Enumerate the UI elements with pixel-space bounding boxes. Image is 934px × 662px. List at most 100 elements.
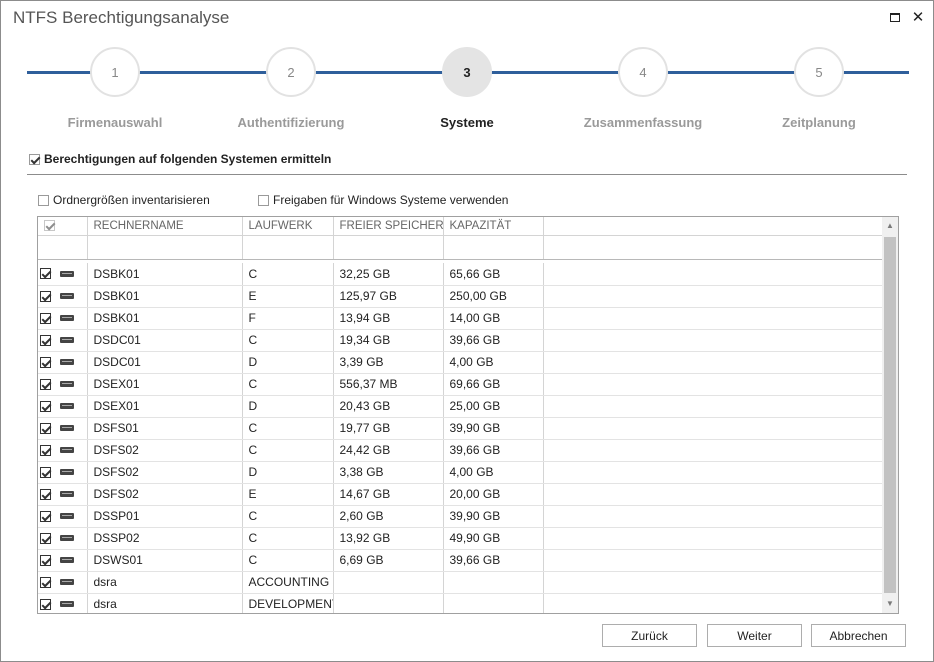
row-select-cell[interactable] xyxy=(38,549,88,572)
row-select-cell[interactable] xyxy=(38,571,88,594)
select-all-header[interactable] xyxy=(38,217,88,236)
row-checkbox[interactable] xyxy=(40,598,51,610)
server-icon xyxy=(60,557,74,563)
server-icon xyxy=(60,359,74,365)
systems-grid: RECHNERNAME LAUFWERK FREIER SPEICHER KAP… xyxy=(37,216,899,614)
row-select-cell[interactable] xyxy=(38,285,88,308)
table-row[interactable]: DSFS01 C 19,77 GB 39,90 GB xyxy=(38,417,883,440)
table-row[interactable]: DSDC01 C 19,34 GB 39,66 GB xyxy=(38,329,883,352)
row-select-cell[interactable] xyxy=(38,417,88,440)
use-windows-shares-checkbox[interactable]: Freigaben für Windows Systeme verwenden xyxy=(258,193,508,207)
row-select-cell[interactable] xyxy=(38,395,88,418)
row-checkbox[interactable] xyxy=(40,334,51,346)
table-row[interactable]: DSSP01 C 2,60 GB 39,90 GB xyxy=(38,505,883,528)
column-header-capacity[interactable]: KAPAZITÄT xyxy=(443,217,544,236)
cell-drive: C xyxy=(242,329,334,352)
row-checkbox[interactable] xyxy=(40,268,51,280)
row-checkbox[interactable] xyxy=(40,356,51,368)
cell-empty xyxy=(543,395,883,418)
table-row[interactable]: DSDC01 D 3,39 GB 4,00 GB xyxy=(38,351,883,374)
row-checkbox[interactable] xyxy=(40,576,51,588)
table-row[interactable]: DSBK01 F 13,94 GB 14,00 GB xyxy=(38,307,883,330)
cell-empty xyxy=(543,439,883,462)
cell-free-space: 24,42 GB xyxy=(333,439,444,462)
checkbox[interactable] xyxy=(38,194,49,206)
next-button[interactable]: Weiter xyxy=(707,624,802,647)
table-row[interactable]: DSSP02 C 13,92 GB 49,90 GB xyxy=(38,527,883,550)
step-3: 3 Systeme xyxy=(387,47,547,130)
row-select-cell[interactable] xyxy=(38,483,88,506)
filter-cell xyxy=(38,235,88,260)
row-checkbox[interactable] xyxy=(40,532,51,544)
filter-cell-free-space[interactable] xyxy=(333,235,444,260)
row-checkbox[interactable] xyxy=(40,312,51,324)
row-checkbox[interactable] xyxy=(40,290,51,302)
scroll-down-icon[interactable]: ▼ xyxy=(882,595,898,613)
cell-empty xyxy=(543,263,883,286)
row-checkbox[interactable] xyxy=(40,378,51,390)
filter-row[interactable] xyxy=(38,235,883,260)
row-select-cell[interactable] xyxy=(38,329,88,352)
row-checkbox[interactable] xyxy=(40,510,51,522)
table-row[interactable]: DSFS02 D 3,38 GB 4,00 GB xyxy=(38,461,883,484)
filter-cell-capacity[interactable] xyxy=(443,235,544,260)
scroll-up-icon[interactable]: ▲ xyxy=(882,217,898,235)
maximize-icon[interactable] xyxy=(887,9,903,25)
row-select-cell[interactable] xyxy=(38,593,88,613)
column-header-computer-name[interactable]: RECHNERNAME xyxy=(87,217,243,236)
inventory-folder-sizes-label: Ordnergrößen inventarisieren xyxy=(53,193,210,207)
cell-capacity: 39,90 GB xyxy=(443,505,544,528)
row-checkbox[interactable] xyxy=(40,444,51,456)
inventory-folder-sizes-checkbox[interactable]: Ordnergrößen inventarisieren xyxy=(38,193,210,207)
cell-capacity: 250,00 GB xyxy=(443,285,544,308)
scroll-thumb[interactable] xyxy=(884,237,896,593)
column-header-drive[interactable]: LAUFWERK xyxy=(242,217,334,236)
row-select-cell[interactable] xyxy=(38,439,88,462)
back-button[interactable]: Zurück xyxy=(602,624,697,647)
cell-capacity xyxy=(443,593,544,613)
cancel-button[interactable]: Abbrechen xyxy=(811,624,906,647)
table-row[interactable]: DSBK01 C 32,25 GB 65,66 GB xyxy=(38,263,883,286)
cell-computer-name: DSFS02 xyxy=(87,439,243,462)
table-row[interactable]: DSFS02 C 24,42 GB 39,66 GB xyxy=(38,439,883,462)
table-row[interactable]: DSEX01 C 556,37 MB 69,66 GB xyxy=(38,373,883,396)
cell-computer-name: DSEX01 xyxy=(87,373,243,396)
close-icon[interactable]: ✕ xyxy=(910,9,926,26)
table-row[interactable]: dsra DEVELOPMENT xyxy=(38,593,883,613)
row-checkbox[interactable] xyxy=(40,400,51,412)
cell-capacity: 69,66 GB xyxy=(443,373,544,396)
determine-permissions-label: Berechtigungen auf folgenden Systemen er… xyxy=(44,152,332,166)
row-checkbox[interactable] xyxy=(40,554,51,566)
cell-drive: C xyxy=(242,417,334,440)
checkbox[interactable] xyxy=(29,153,40,165)
column-header-free-space[interactable]: FREIER SPEICHER xyxy=(333,217,444,236)
table-row[interactable]: DSEX01 D 20,43 GB 25,00 GB xyxy=(38,395,883,418)
cell-capacity: 4,00 GB xyxy=(443,351,544,374)
row-select-cell[interactable] xyxy=(38,307,88,330)
step-4: 4 Zusammenfassung xyxy=(563,47,723,130)
checkbox[interactable] xyxy=(258,194,269,206)
filter-cell-computer-name[interactable] xyxy=(87,235,243,260)
table-row[interactable]: dsra ACCOUNTING xyxy=(38,571,883,594)
determine-permissions-checkbox[interactable]: Berechtigungen auf folgenden Systemen er… xyxy=(29,152,331,166)
table-row[interactable]: DSBK01 E 125,97 GB 250,00 GB xyxy=(38,285,883,308)
cell-drive: C xyxy=(242,505,334,528)
row-select-cell[interactable] xyxy=(38,461,88,484)
row-checkbox[interactable] xyxy=(40,488,51,500)
row-select-cell[interactable] xyxy=(38,373,88,396)
row-select-cell[interactable] xyxy=(38,505,88,528)
server-icon xyxy=(60,579,74,585)
row-select-cell[interactable] xyxy=(38,263,88,286)
row-select-cell[interactable] xyxy=(38,351,88,374)
cell-capacity: 20,00 GB xyxy=(443,483,544,506)
row-checkbox[interactable] xyxy=(40,466,51,478)
row-select-cell[interactable] xyxy=(38,527,88,550)
cell-drive: D xyxy=(242,395,334,418)
cell-drive: C xyxy=(242,549,334,572)
table-row[interactable]: DSWS01 C 6,69 GB 39,66 GB xyxy=(38,549,883,572)
filter-cell-drive[interactable] xyxy=(242,235,334,260)
row-checkbox[interactable] xyxy=(40,422,51,434)
table-row[interactable]: DSFS02 E 14,67 GB 20,00 GB xyxy=(38,483,883,506)
vertical-scrollbar[interactable]: ▲ ▼ xyxy=(882,217,898,613)
select-all-checkbox[interactable] xyxy=(44,220,55,232)
